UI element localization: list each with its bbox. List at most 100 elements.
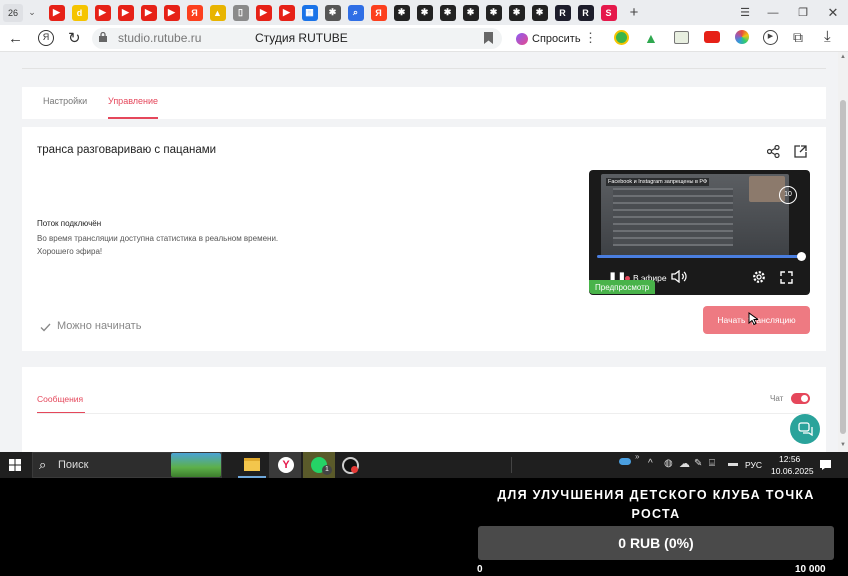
video-preview[interactable]: Facebook и Instagram запрещены в РФ 10 ❚… [589,170,810,295]
open-external-icon[interactable] [794,145,807,158]
lock-icon [99,32,107,42]
notification-center-icon[interactable] [819,459,832,471]
messages-divider [37,413,810,414]
document-tab-icon[interactable]: ▯ [232,4,249,21]
close-window-icon[interactable]: ✕ [818,5,848,21]
bookmark-icon[interactable] [484,32,493,44]
tab-menu-icon[interactable]: ☰ [732,6,758,19]
progress-knob[interactable] [797,252,806,261]
extension-youtube-icon[interactable] [704,31,720,43]
minimize-icon[interactable]: — [758,7,788,19]
ask-alice-button[interactable]: Спросить [510,29,587,48]
star-tab-icon[interactable]: ✱ [485,4,502,21]
support-chat-button[interactable] [790,414,820,444]
yandex-tab-icon[interactable]: Я [370,4,387,21]
tab-list-chevron-icon[interactable]: ⌄ [23,7,41,18]
yandex-tab-icon[interactable]: Я [186,4,203,21]
grid-tab-icon[interactable]: ▦ [301,4,318,21]
page-title-text: Студия RUTUBE [255,31,348,45]
share-icon[interactable] [767,145,780,158]
edit-tray-icon[interactable]: ✎ [694,458,702,469]
rutube-tab-icon[interactable]: R [577,4,594,21]
ready-label: Можно начинать [57,320,142,332]
clock-time[interactable]: 12:56 [779,454,800,464]
scroll-thumb[interactable] [840,100,846,434]
tab-count-badge[interactable]: 26 [3,3,23,22]
extension-palette-icon[interactable] [735,30,749,44]
status-line-2: Хорошего эфира! [37,247,103,256]
windows-start-icon[interactable] [9,459,21,471]
tab-messages[interactable]: Сообщения [37,394,83,404]
youtube-tab-icon[interactable]: ▶ [48,4,65,21]
extension-play-icon[interactable]: ▶ [763,30,778,45]
alice-icon [516,32,528,45]
gear-tab-icon[interactable]: ✱ [324,4,341,21]
search-icon: ⌕ [39,457,47,472]
file-explorer-icon[interactable] [244,458,260,471]
extension-leaf-icon[interactable]: ▲ [644,30,658,46]
whatsapp-badge: 1 [322,465,332,475]
network-tray-icon[interactable]: ⌸ [709,458,715,469]
security-tray-icon[interactable]: ◍ [664,458,673,469]
maximize-icon[interactable]: ❐ [788,6,818,19]
wifi-tray-icon[interactable]: ▬ [728,458,738,469]
star-tab-icon[interactable]: ✱ [393,4,410,21]
more-vertical-icon[interactable]: ⋮ [584,30,597,46]
star-tab-icon[interactable]: ✱ [462,4,479,21]
obs-taskbar-icon[interactable] [342,457,359,474]
language-indicator[interactable]: РУС [745,460,762,470]
new-tab-button[interactable]: + [624,4,644,22]
donation-overlay: ДЛЯ УЛУЧШЕНИЯ ДЕТСКОГО КЛУБА ТОЧКА РОСТА… [0,478,848,576]
tab-settings[interactable]: Настройки [43,96,87,106]
rutube-studio-tab-icon[interactable]: S [600,4,617,21]
download-icon[interactable]: ⤓ [824,28,831,45]
star-tab-icon[interactable]: ✱ [508,4,525,21]
yandex-logo-icon[interactable]: Я [38,30,54,46]
chat-label: Чат [770,394,784,403]
youtube-tab-icon[interactable]: ▶ [140,4,157,21]
show-hidden-icons[interactable]: ^ [648,458,653,469]
onedrive-icon[interactable] [619,458,631,465]
tray-chevron-icon[interactable]: » [635,452,639,461]
extensions-puzzle-icon[interactable]: ⧉ [793,29,803,46]
d-tab-icon[interactable]: d [71,4,88,21]
star-tab-icon[interactable]: ✱ [439,4,456,21]
stream-card: транса разговариваю с пацанами Поток под… [22,127,826,351]
skip-forward-icon[interactable]: 10 [779,186,797,204]
volume-icon[interactable] [671,270,687,283]
extension-image-icon[interactable] [674,31,689,44]
search-tab-icon[interactable]: ⌕ [347,4,364,21]
fullscreen-icon[interactable] [780,271,793,284]
donation-max-label: 10 000 [795,564,826,575]
reload-icon[interactable]: ↻ [68,29,81,47]
top-divider [22,68,826,69]
url-field[interactable]: studio.rutube.ru Студия RUTUBE [92,28,502,49]
url-text: studio.rutube.ru [118,31,202,45]
youtube-tab-icon[interactable]: ▶ [94,4,111,21]
cloud-tray-icon[interactable]: ☁ [679,457,690,470]
image-tab-icon[interactable]: ▲ [209,4,226,21]
tabs-card: Настройки Управление [22,87,826,119]
star-tab-icon[interactable]: ✱ [416,4,433,21]
page-content: Настройки Управление транса разговариваю… [0,52,838,452]
yandex-browser-taskbar-icon[interactable]: Y [269,452,301,478]
scroll-up-arrow-icon[interactable]: ▲ [840,54,846,60]
star-tab-icon[interactable]: ✱ [531,4,548,21]
donation-title: ДЛЯ УЛУЧШЕНИЯ ДЕТСКОГО КЛУБА ТОЧКА РОСТА [497,488,815,521]
youtube-tab-icon[interactable]: ▶ [163,4,180,21]
whatsapp-taskbar-icon[interactable]: 1 [303,452,335,478]
back-arrow-icon[interactable]: ← [8,30,23,47]
extension-green-icon[interactable] [614,30,629,45]
youtube-tab-icon[interactable]: ▶ [117,4,134,21]
youtube-tab-icon[interactable]: ▶ [278,4,295,21]
scroll-down-arrow-icon[interactable]: ▼ [840,442,846,448]
progress-track[interactable] [597,255,802,258]
ask-label: Спросить [532,32,581,45]
page-scrollbar[interactable]: ▲ ▼ [838,52,848,452]
clock-date[interactable]: 10.06.2025 [771,466,814,476]
chat-toggle[interactable] [791,393,810,404]
settings-gear-icon[interactable] [752,270,766,284]
youtube-tab-icon[interactable]: ▶ [255,4,272,21]
tab-management[interactable]: Управление [108,96,158,106]
rutube-tab-icon[interactable]: R [554,4,571,21]
